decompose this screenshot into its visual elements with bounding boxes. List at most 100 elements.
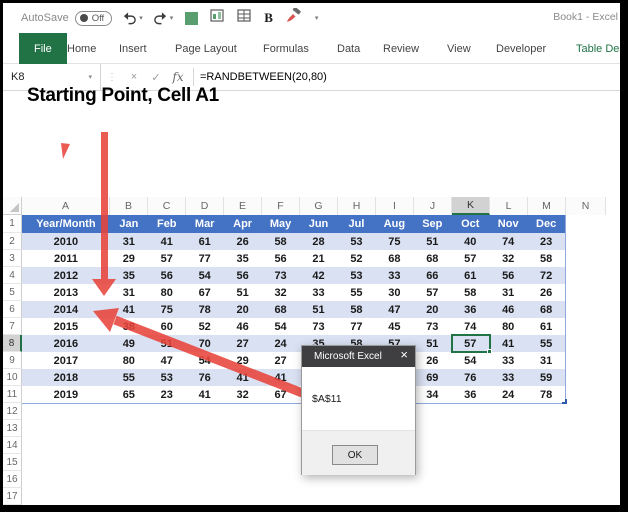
table-header-cell[interactable]: Aug: [375, 215, 413, 233]
table-cell[interactable]: 36: [451, 386, 489, 403]
table-cell[interactable]: 58: [262, 233, 300, 250]
tab-insert[interactable]: Insert: [117, 33, 149, 64]
tab-developer[interactable]: Developer: [494, 33, 548, 64]
table-cell[interactable]: 59: [527, 369, 565, 386]
column-header-E[interactable]: E: [224, 197, 262, 215]
table-cell[interactable]: 46: [489, 301, 527, 318]
tab-formulas[interactable]: Formulas: [261, 33, 311, 64]
fill-color-swatch-icon[interactable]: [185, 12, 198, 25]
table-cell[interactable]: 2010: [22, 233, 110, 250]
column-header-D[interactable]: D: [186, 197, 224, 215]
table-cell[interactable]: 51: [300, 301, 338, 318]
insert-function-icon[interactable]: fx: [167, 70, 189, 84]
table-cell[interactable]: 47: [148, 352, 186, 369]
column-header-L[interactable]: L: [490, 197, 528, 215]
column-header-G[interactable]: G: [300, 197, 338, 215]
tab-page-layout[interactable]: Page Layout: [173, 33, 239, 64]
table-cell[interactable]: 26: [527, 284, 565, 301]
row-header-13[interactable]: 13: [3, 420, 22, 437]
table-cell[interactable]: 53: [337, 267, 375, 284]
table-cell[interactable]: 76: [186, 369, 224, 386]
table-cell[interactable]: 54: [186, 267, 224, 284]
table-header-cell[interactable]: Oct: [451, 215, 489, 233]
bold-button[interactable]: B: [264, 10, 273, 26]
dialog-close-icon[interactable]: ×: [400, 347, 408, 362]
table-cell[interactable]: 68: [262, 301, 300, 318]
table-header-cell[interactable]: Jun: [300, 215, 338, 233]
table-cell[interactable]: 54: [186, 352, 224, 369]
table-cell[interactable]: 2018: [22, 369, 110, 386]
table-cell[interactable]: 77: [186, 250, 224, 267]
tab-file[interactable]: File: [19, 33, 67, 64]
table-resize-handle-icon[interactable]: [562, 399, 567, 404]
table-cell[interactable]: 53: [337, 233, 375, 250]
table-cell[interactable]: 52: [186, 318, 224, 335]
table-header-cell[interactable]: Jul: [337, 215, 375, 233]
column-header-I[interactable]: I: [376, 197, 414, 215]
redo-dropdown-icon[interactable]: ▾: [170, 14, 174, 22]
table-cell[interactable]: 54: [451, 352, 489, 369]
table-cell[interactable]: 2012: [22, 267, 110, 284]
column-header-K[interactable]: K: [452, 197, 490, 215]
table-cell[interactable]: 2017: [22, 352, 110, 369]
table-cell[interactable]: 56: [148, 267, 186, 284]
fill-handle[interactable]: [487, 349, 492, 354]
table-cell[interactable]: 74: [451, 318, 489, 335]
row-header-18[interactable]: 18: [3, 505, 22, 512]
row-header-12[interactable]: 12: [3, 403, 22, 420]
table-cell[interactable]: 51: [148, 335, 186, 352]
table-cell[interactable]: 52: [337, 250, 375, 267]
table-cell[interactable]: 2015: [22, 318, 110, 335]
table-cell[interactable]: 68: [413, 250, 451, 267]
table-cell[interactable]: 41: [489, 335, 527, 352]
table-cell[interactable]: 23: [527, 233, 565, 250]
table-cell[interactable]: 61: [451, 267, 489, 284]
tab-table-design[interactable]: Table Design: [574, 33, 628, 64]
tab-review[interactable]: Review: [381, 33, 421, 64]
table-cell[interactable]: 46: [224, 318, 262, 335]
table-cell[interactable]: 51: [224, 284, 262, 301]
table-cell[interactable]: 55: [110, 369, 148, 386]
table-cell[interactable]: 80: [110, 352, 148, 369]
column-header-B[interactable]: B: [110, 197, 148, 215]
table-cell[interactable]: 20: [413, 301, 451, 318]
table-cell[interactable]: 40: [451, 233, 489, 250]
table-header-cell[interactable]: Mar: [186, 215, 224, 233]
table-icon[interactable]: [237, 9, 252, 28]
tab-view[interactable]: View: [445, 33, 473, 64]
table-cell[interactable]: 33: [489, 369, 527, 386]
row-header-15[interactable]: 15: [3, 454, 22, 471]
undo-button[interactable]: ▾: [122, 11, 143, 25]
table-cell[interactable]: 2011: [22, 250, 110, 267]
table-cell[interactable]: 33: [489, 352, 527, 369]
table-cell[interactable]: 2016: [22, 335, 110, 352]
workbook-stats-icon[interactable]: [210, 9, 225, 28]
table-cell[interactable]: 61: [186, 233, 224, 250]
table-cell[interactable]: 27: [262, 352, 300, 369]
table-cell[interactable]: 20: [224, 301, 262, 318]
column-header-N[interactable]: N: [566, 197, 606, 215]
row-header-14[interactable]: 14: [3, 437, 22, 454]
table-cell[interactable]: 73: [262, 267, 300, 284]
table-cell[interactable]: 75: [375, 233, 413, 250]
table-cell[interactable]: 75: [148, 301, 186, 318]
row-header-11[interactable]: 11: [3, 386, 22, 403]
table-header-cell[interactable]: Jan: [110, 215, 148, 233]
column-header-M[interactable]: M: [528, 197, 566, 215]
table-header-cell[interactable]: May: [262, 215, 300, 233]
table-cell[interactable]: 41: [262, 369, 300, 386]
table-cell[interactable]: 80: [489, 318, 527, 335]
table-cell[interactable]: 49: [110, 335, 148, 352]
table-cell[interactable]: 29: [110, 250, 148, 267]
table-cell[interactable]: 32: [224, 386, 262, 403]
row-header-1[interactable]: 1: [3, 215, 22, 233]
table-cell[interactable]: 65: [110, 386, 148, 403]
table-cell[interactable]: 45: [375, 318, 413, 335]
table-cell[interactable]: 55: [337, 284, 375, 301]
table-cell[interactable]: 26: [413, 352, 451, 369]
table-cell[interactable]: 51: [413, 335, 451, 352]
table-cell[interactable]: 29: [224, 352, 262, 369]
table-cell[interactable]: 26: [224, 233, 262, 250]
table-cell[interactable]: 55: [527, 335, 565, 352]
row-header-9[interactable]: 9: [3, 352, 22, 369]
